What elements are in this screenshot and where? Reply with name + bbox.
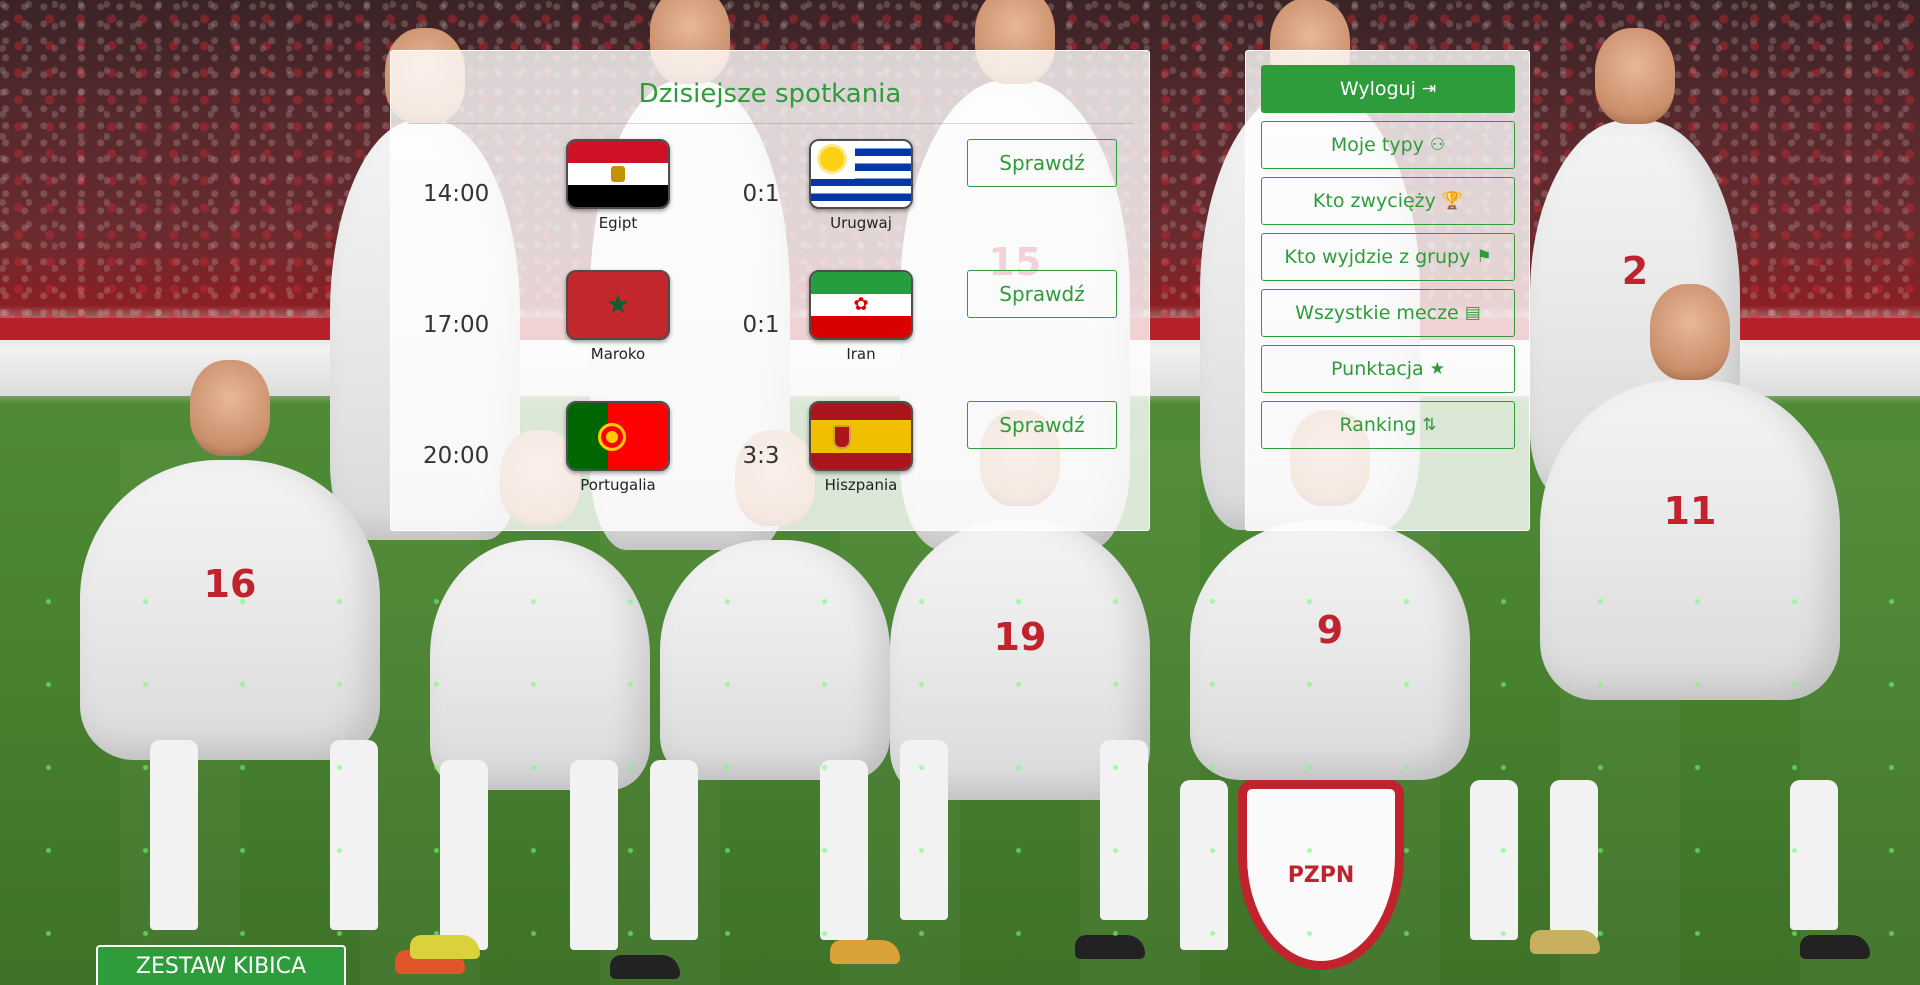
match-time: 20:00	[423, 443, 490, 469]
team-name: Hiszpania	[824, 476, 898, 494]
team-name: Egipt	[598, 214, 638, 232]
match-score: 0:1	[742, 181, 780, 207]
ranking-label: Ranking	[1339, 414, 1417, 436]
match-row: 17:00 ★ Maroko 0:1 ✿ Iran Sprawdź	[391, 270, 1151, 390]
match-row: 14:00 Egipt 0:1 Urugwaj Sprawdź	[391, 139, 1151, 259]
sign-out-icon: ⇥	[1421, 78, 1437, 99]
match-time: 17:00	[423, 312, 490, 338]
door-exit-icon: ⚑	[1476, 246, 1492, 267]
home-team: Egipt	[563, 139, 673, 232]
divider	[407, 123, 1133, 124]
flag-morocco-icon: ★	[566, 270, 670, 340]
ranking-button[interactable]: Ranking ⇅	[1261, 401, 1515, 449]
list-alt-icon: ▤	[1464, 302, 1481, 323]
group-advance-button[interactable]: Kto wyjdzie z grupy ⚑	[1261, 233, 1515, 281]
group-advance-label: Kto wyjdzie z grupy	[1284, 246, 1471, 268]
flag-egypt-icon	[566, 139, 670, 209]
team-name: Maroko	[590, 345, 646, 363]
fan-kit-button[interactable]: ZESTAW KIBICA	[96, 945, 346, 985]
away-team: ✿ Iran	[806, 270, 916, 363]
decorative-dots	[0, 560, 1920, 985]
flag-spain-icon	[809, 401, 913, 471]
trophy-icon: 🏆	[1441, 190, 1464, 211]
who-wins-button[interactable]: Kto zwycięży 🏆	[1261, 177, 1515, 225]
user-menu-panel: Wyloguj ⇥ Moje typy ⚇ Kto zwycięży 🏆 Kto…	[1245, 50, 1530, 531]
team-name: Iran	[846, 345, 876, 363]
logout-button[interactable]: Wyloguj ⇥	[1261, 65, 1515, 113]
scoring-label: Punktacja	[1331, 358, 1424, 380]
check-match-button[interactable]: Sprawdź	[967, 270, 1117, 318]
logout-label: Wyloguj	[1339, 78, 1416, 100]
flag-portugal-icon	[566, 401, 670, 471]
star-icon: ★	[1429, 358, 1445, 379]
user-desk-icon: ⚇	[1429, 134, 1446, 155]
match-time: 14:00	[423, 181, 490, 207]
all-matches-label: Wszystkie mecze	[1295, 302, 1459, 324]
away-team: Urugwaj	[806, 139, 916, 232]
team-name: Portugalia	[580, 476, 656, 494]
scoring-button[interactable]: Punktacja ★	[1261, 345, 1515, 393]
todays-matches-panel: Dzisiejsze spotkania 14:00 Egipt 0:1 Uru…	[390, 50, 1150, 531]
my-picks-button[interactable]: Moje typy ⚇	[1261, 121, 1515, 169]
match-score: 3:3	[742, 443, 780, 469]
sort-numeric-icon: ⇅	[1422, 414, 1437, 435]
home-team: Portugalia	[563, 401, 673, 494]
flag-iran-icon: ✿	[809, 270, 913, 340]
flag-uruguay-icon	[809, 139, 913, 209]
panel-title: Dzisiejsze spotkania	[638, 79, 902, 109]
home-team: ★ Maroko	[563, 270, 673, 363]
check-match-button[interactable]: Sprawdź	[967, 401, 1117, 449]
match-row: 20:00 Portugalia 3:3 Hiszpania Sprawdź	[391, 401, 1151, 521]
check-match-button[interactable]: Sprawdź	[967, 139, 1117, 187]
team-name: Urugwaj	[830, 214, 892, 232]
match-score: 0:1	[742, 312, 780, 338]
who-wins-label: Kto zwycięży	[1312, 190, 1436, 212]
my-picks-label: Moje typy	[1330, 134, 1424, 156]
away-team: Hiszpania	[806, 401, 916, 494]
all-matches-button[interactable]: Wszystkie mecze ▤	[1261, 289, 1515, 337]
